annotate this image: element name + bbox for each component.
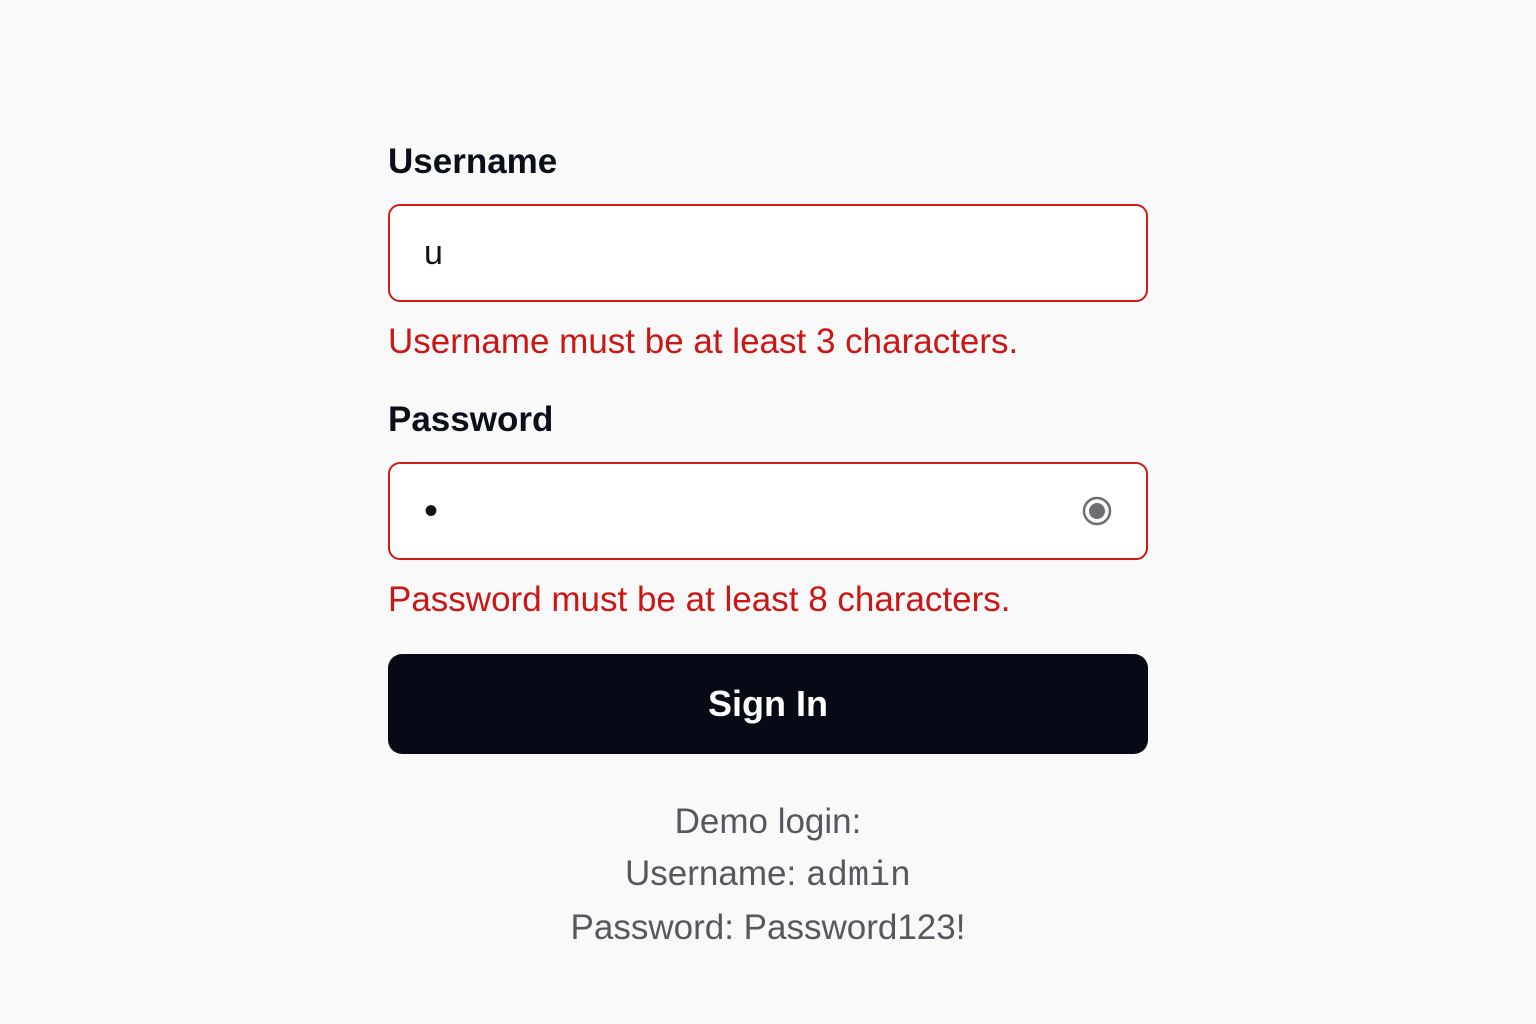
demo-heading: Demo login: (674, 802, 862, 841)
username-label: Username (388, 142, 558, 181)
password-field-box[interactable] (388, 462, 1148, 560)
demo-username-value: admin (805, 856, 911, 896)
demo-password-line: Password: Password123! (388, 902, 1148, 954)
sign-in-button[interactable]: Sign In (388, 654, 1148, 754)
demo-credentials: Demo login: Username: admin Password: Pa… (388, 796, 1148, 954)
password-label: Password (388, 400, 554, 439)
eye-icon[interactable] (1082, 496, 1112, 526)
password-error: Password must be at least 8 characters. (388, 580, 1011, 619)
username-input[interactable] (390, 223, 1044, 283)
demo-password-prefix: Password: (570, 908, 744, 947)
demo-username-prefix: Username: (625, 854, 806, 893)
demo-password-value: Password123! (743, 908, 966, 947)
demo-username-line: Username: admin (388, 848, 1148, 902)
username-error: Username must be at least 3 characters. (388, 322, 1019, 361)
login-form: Username Username must be at least 3 cha… (388, 138, 1148, 954)
username-field-box[interactable] (388, 204, 1148, 302)
password-input[interactable] (390, 481, 1044, 541)
